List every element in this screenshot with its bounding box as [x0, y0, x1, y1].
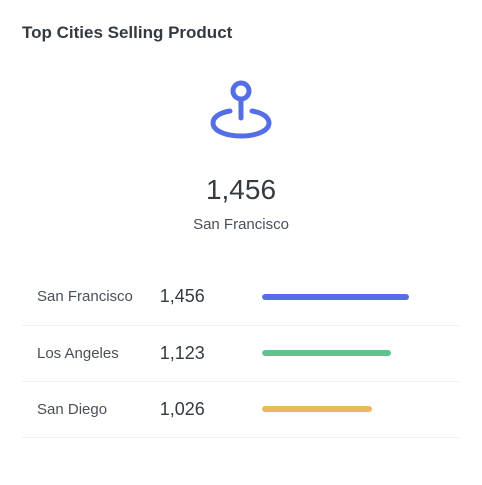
progress-bar-fill — [262, 350, 392, 356]
hero-section: 1,456 San Francisco — [22, 80, 460, 235]
city-sales-value: 1,456 — [159, 286, 205, 307]
progress-bar-fill — [262, 406, 372, 412]
table-row: San Francisco 1,456 — [22, 269, 460, 325]
table-row: San Diego 1,026 — [22, 381, 460, 437]
hero-city-name: San Francisco — [193, 216, 289, 233]
cities-table: San Francisco 1,456 Los Angeles 1,123 Sa… — [22, 269, 460, 438]
progress-bar — [262, 350, 412, 356]
city-name: San Francisco — [37, 288, 133, 306]
city-sales-value: 1,123 — [159, 342, 205, 363]
progress-bar — [262, 293, 412, 300]
map-pin-icon — [209, 80, 273, 140]
progress-bar — [262, 406, 412, 412]
card-title: Top Cities Selling Product — [22, 23, 233, 42]
hero-sales-value: 1,456 — [205, 174, 277, 205]
top-cities-card: Top Cities Selling Product 1,456 San Fra… — [0, 0, 482, 485]
city-sales-value: 1,026 — [159, 398, 205, 419]
table-row: Los Angeles 1,123 — [22, 325, 460, 381]
progress-bar-fill — [262, 293, 410, 300]
city-name: San Diego — [37, 400, 108, 418]
city-name: Los Angeles — [37, 344, 119, 362]
